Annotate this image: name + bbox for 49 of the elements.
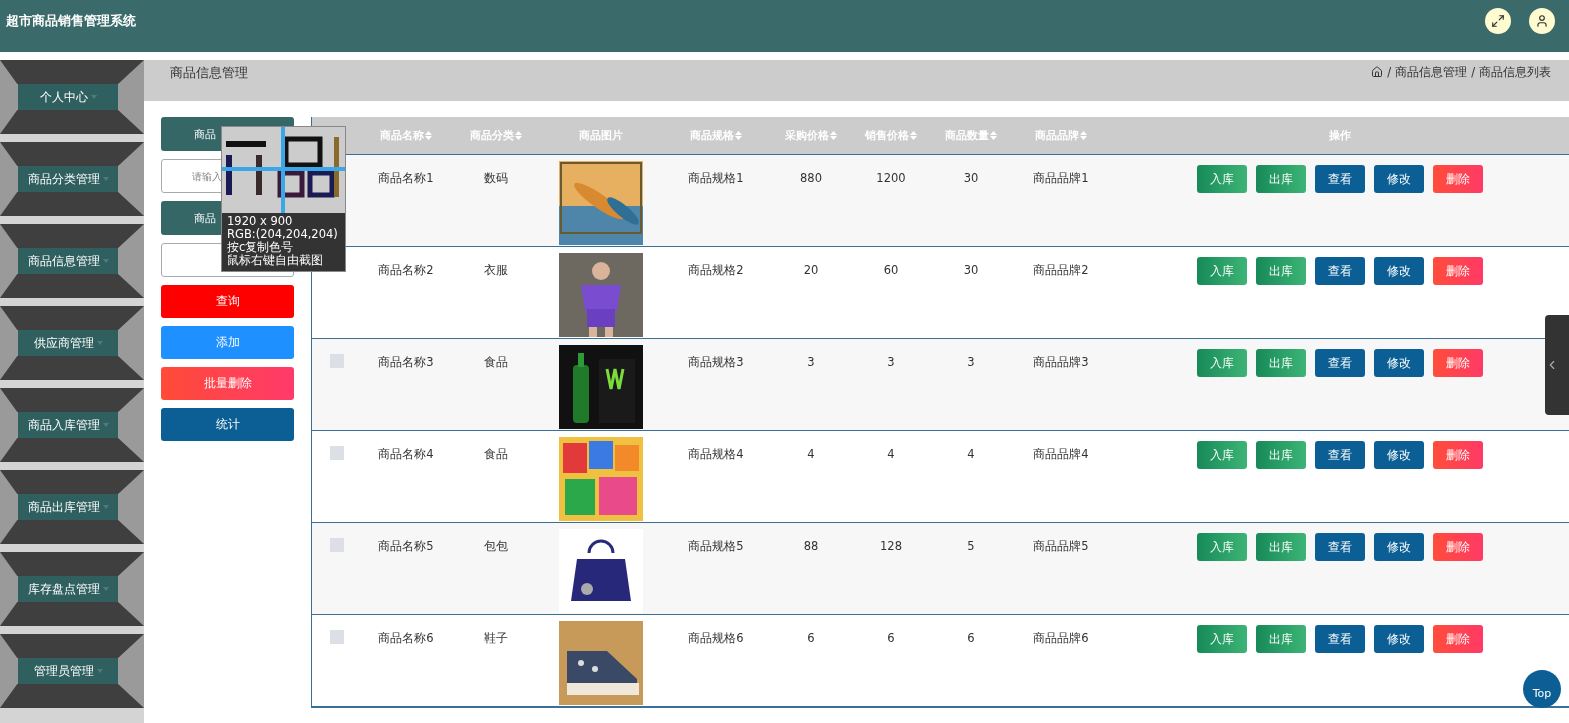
breadcrumb-separator: /: [1471, 65, 1475, 79]
table-cell-text: 3: [966, 354, 976, 371]
table-cell-text: 880: [799, 170, 823, 187]
table-cell-text: 商品品牌1: [1032, 170, 1090, 187]
magnifier-info: 1920 x 900: [226, 215, 294, 228]
table-cell-text: 30: [962, 262, 980, 279]
table-cell-text: 商品规格1: [687, 170, 745, 187]
table-cell-text: 4: [886, 446, 896, 463]
table-cell-text: 商品规格5: [687, 538, 745, 555]
table-cell-text: 商品规格3: [687, 354, 745, 371]
table-cell-text: 数码: [483, 170, 509, 187]
table-cell-text: 商品名称1: [377, 170, 435, 187]
table-cell-text: 鞋子: [483, 630, 509, 647]
table-cell-text: 商品名称6: [377, 630, 435, 647]
table-cell-text: 1200: [875, 170, 907, 187]
page-title: 商品信息管理: [170, 64, 248, 82]
table-cell-text: 60: [882, 262, 900, 279]
table-cell-text: 6: [886, 630, 896, 647]
table-cell-text: 30: [962, 170, 980, 187]
table-cell-text: 包包: [483, 538, 509, 555]
table-cell-text: 4: [966, 446, 976, 463]
table-cell-text: 商品品牌2: [1032, 262, 1090, 279]
table-cell-text: 6: [806, 630, 816, 647]
table-cell-text: 6: [966, 630, 976, 647]
table-cell-text: 食品: [483, 446, 509, 463]
table-cell-text: 衣服: [483, 262, 509, 279]
table-cell-text: 商品名称4: [377, 446, 435, 463]
table-cell-text: 3: [886, 354, 896, 371]
breadcrumb-separator: /: [1387, 65, 1392, 79]
table-cell-text: 商品规格4: [687, 446, 745, 463]
table-cell-text: 20: [802, 262, 820, 279]
magnifier-info: 鼠标右键自由截图: [226, 254, 324, 267]
table-cell-text: 商品品牌3: [1032, 354, 1090, 371]
table-cell-text: 3: [806, 354, 816, 371]
app-title: 超市商品销售管理系统: [6, 12, 136, 30]
table-cell-text: 4: [806, 446, 816, 463]
table-cell-text: 商品品牌4: [1032, 446, 1090, 463]
table-cell-text: 商品名称5: [377, 538, 435, 555]
table-cell-text: 食品: [483, 354, 509, 371]
table-cell-text: 商品品牌6: [1032, 630, 1090, 647]
table-cell-text: 88: [802, 538, 820, 555]
table-cell-text: 商品规格6: [687, 630, 745, 647]
table-cell-text: 128: [879, 538, 903, 555]
magnifier-info: 按c复制色号: [226, 241, 295, 254]
table-cell-text: 商品名称3: [377, 354, 435, 371]
table-cell-text: 商品名称2: [377, 262, 435, 279]
table-cell-text: 商品品牌5: [1032, 538, 1090, 555]
table-cell-text: 5: [966, 538, 976, 555]
table-cell-text: 商品规格2: [687, 262, 745, 279]
